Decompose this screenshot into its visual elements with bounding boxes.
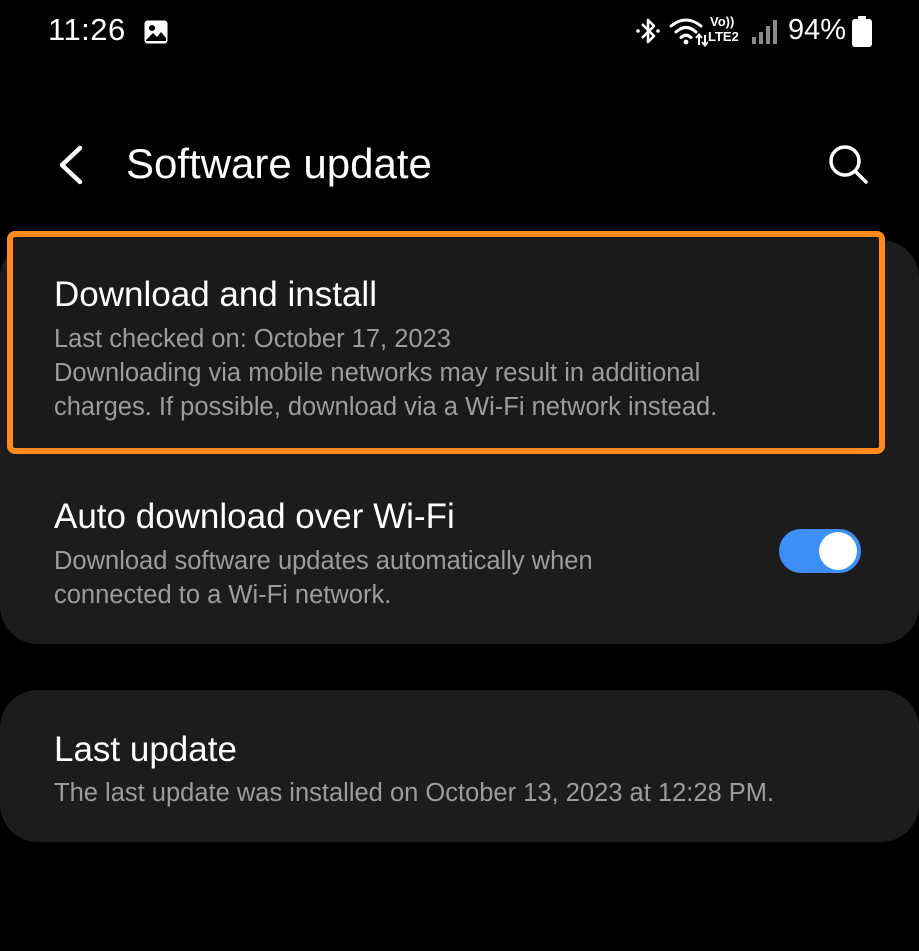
last-update-desc: The last update was installed on October… — [54, 779, 775, 807]
app-header: Software update — [0, 120, 919, 210]
status-bar: 11:26 Vo)) LTE2 94% — [0, 0, 919, 64]
auto-download-desc-line2: connected to a Wi-Fi network. — [54, 581, 392, 609]
auto-download-desc-line1: Download software updates automatically … — [54, 547, 593, 575]
download-warning-line1: Downloading via mobile networks may resu… — [54, 359, 701, 387]
page-title: Software update — [126, 140, 432, 187]
toggle-knob — [819, 532, 857, 570]
last-update-title: Last update — [54, 730, 237, 769]
bluetooth-icon — [636, 18, 660, 44]
volte-icon: Vo)) LTE2 — [708, 14, 746, 48]
search-icon — [829, 145, 868, 184]
gallery-icon — [144, 20, 168, 44]
volte-label-bottom: LTE2 — [708, 29, 739, 44]
back-button[interactable] — [46, 138, 96, 192]
volte-label-top: Vo)) — [710, 14, 735, 29]
auto-download-toggle[interactable] — [779, 529, 861, 573]
download-last-checked: Last checked on: October 17, 2023 — [54, 325, 451, 353]
auto-download-title: Auto download over Wi-Fi — [54, 497, 455, 536]
download-title: Download and install — [54, 275, 377, 314]
battery-percent: 94% — [788, 14, 847, 46]
status-time: 11:26 — [48, 12, 126, 47]
search-button[interactable] — [820, 138, 876, 192]
signal-icon — [752, 20, 777, 44]
wifi-icon — [669, 18, 708, 47]
battery-icon — [852, 16, 872, 47]
download-warning-line2: charges. If possible, download via a Wi-… — [54, 393, 718, 421]
chevron-left-icon — [59, 145, 83, 185]
